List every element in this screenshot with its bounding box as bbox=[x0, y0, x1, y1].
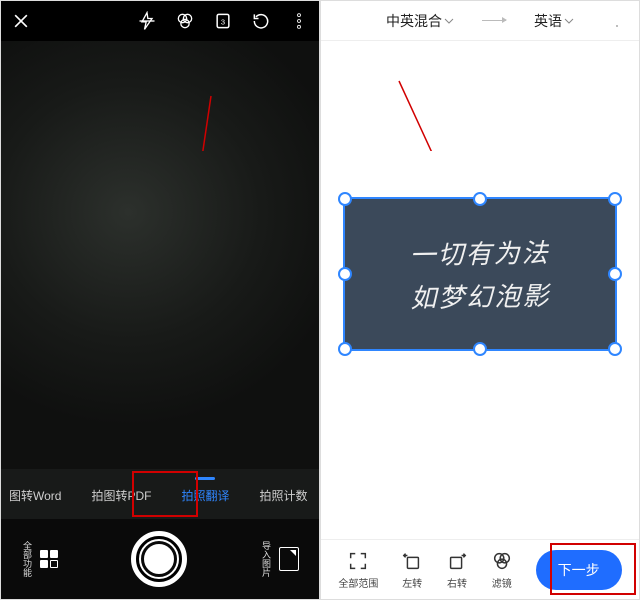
crop-bottombar: 全部范围 左转 右转 滤镜 下一步 bbox=[321, 539, 639, 599]
script-line-1: 一切有为法 bbox=[409, 233, 550, 272]
import-image-label: 导入图片 bbox=[260, 541, 273, 577]
svg-text:3: 3 bbox=[221, 17, 225, 26]
target-language[interactable]: 英语 bbox=[534, 11, 574, 31]
mode-item-translate[interactable]: 拍照翻译 bbox=[179, 487, 231, 504]
source-language-label: 中英混合 bbox=[386, 11, 442, 31]
captured-text-content: 一切有为法 如梦幻泡影 bbox=[344, 197, 617, 352]
crop-handle-tr[interactable] bbox=[608, 192, 622, 206]
chevron-down-icon bbox=[564, 16, 574, 26]
rotate-right-button[interactable]: 右转 bbox=[446, 550, 468, 590]
next-button-label: 下一步 bbox=[558, 562, 600, 578]
rotate-left-label: 左转 bbox=[402, 575, 422, 590]
refresh-icon[interactable] bbox=[251, 11, 271, 31]
camera-capture-screen: 3 图转Word 拍图转PDF 拍照翻译 拍照计数 AI识别 bbox=[0, 0, 320, 600]
aspect-icon[interactable]: 3 bbox=[213, 11, 233, 31]
crop-handle-bl[interactable] bbox=[338, 342, 352, 356]
crop-canvas[interactable]: 一切有为法 如梦幻泡影 bbox=[321, 41, 639, 539]
rotate-right-icon bbox=[446, 550, 468, 572]
filter-icon bbox=[491, 550, 513, 572]
close-icon[interactable] bbox=[11, 11, 31, 31]
camera-bottombar: 全部功能 导入图片 bbox=[1, 519, 319, 599]
target-language-label: 英语 bbox=[534, 11, 562, 31]
crop-handle-ml[interactable] bbox=[338, 267, 352, 281]
crop-handle-mr[interactable] bbox=[608, 267, 622, 281]
source-language[interactable]: 中英混合 bbox=[386, 11, 454, 31]
more-icon[interactable] bbox=[289, 11, 309, 31]
filter-label: 滤镜 bbox=[492, 575, 512, 590]
translate-topbar: 中英混合 英语 bbox=[321, 1, 639, 41]
crop-handle-tl[interactable] bbox=[338, 192, 352, 206]
back-icon[interactable] bbox=[333, 11, 353, 31]
expand-icon bbox=[347, 550, 369, 572]
full-range-button[interactable]: 全部范围 bbox=[338, 550, 378, 590]
crop-handle-tm[interactable] bbox=[473, 192, 487, 206]
all-functions-button[interactable]: 全部功能 bbox=[21, 541, 58, 577]
script-line-2: 如梦幻泡影 bbox=[410, 276, 551, 315]
crop-box[interactable]: 一切有为法 如梦幻泡影 bbox=[343, 197, 617, 351]
shutter-button[interactable] bbox=[131, 531, 187, 587]
filter-button[interactable]: 滤镜 bbox=[491, 550, 513, 590]
flash-icon[interactable] bbox=[137, 11, 157, 31]
rotate-left-button[interactable]: 左转 bbox=[401, 550, 423, 590]
grid-icon bbox=[40, 550, 58, 568]
mode-item-pdf[interactable]: 拍图转PDF bbox=[89, 487, 153, 504]
camera-topbar: 3 bbox=[1, 1, 319, 41]
next-button[interactable]: 下一步 bbox=[536, 550, 622, 590]
import-image-button[interactable]: 导入图片 bbox=[260, 541, 299, 577]
camera-viewfinder[interactable] bbox=[1, 41, 319, 469]
mode-strip[interactable]: 图转Word 拍图转PDF 拍照翻译 拍照计数 AI识别 鲜 bbox=[1, 471, 319, 519]
help-icon[interactable] bbox=[607, 11, 627, 31]
crop-handle-br[interactable] bbox=[608, 342, 622, 356]
all-functions-label: 全部功能 bbox=[21, 541, 34, 577]
mode-item-word[interactable]: 图转Word bbox=[7, 487, 63, 504]
image-file-icon bbox=[279, 547, 299, 571]
rotate-left-icon bbox=[401, 550, 423, 572]
crop-handle-bm[interactable] bbox=[473, 342, 487, 356]
language-selector: 中英混合 英语 bbox=[386, 11, 574, 31]
rotate-right-label: 右转 bbox=[447, 575, 467, 590]
chevron-down-icon bbox=[444, 16, 454, 26]
crop-translate-screen: 中英混合 英语 一切有为法 如梦幻泡影 bbox=[320, 0, 640, 600]
hdr-icon[interactable] bbox=[175, 11, 195, 31]
full-range-label: 全部范围 bbox=[338, 575, 378, 590]
arrow-right-icon bbox=[482, 20, 506, 21]
mode-item-count[interactable]: 拍照计数 bbox=[258, 487, 310, 504]
